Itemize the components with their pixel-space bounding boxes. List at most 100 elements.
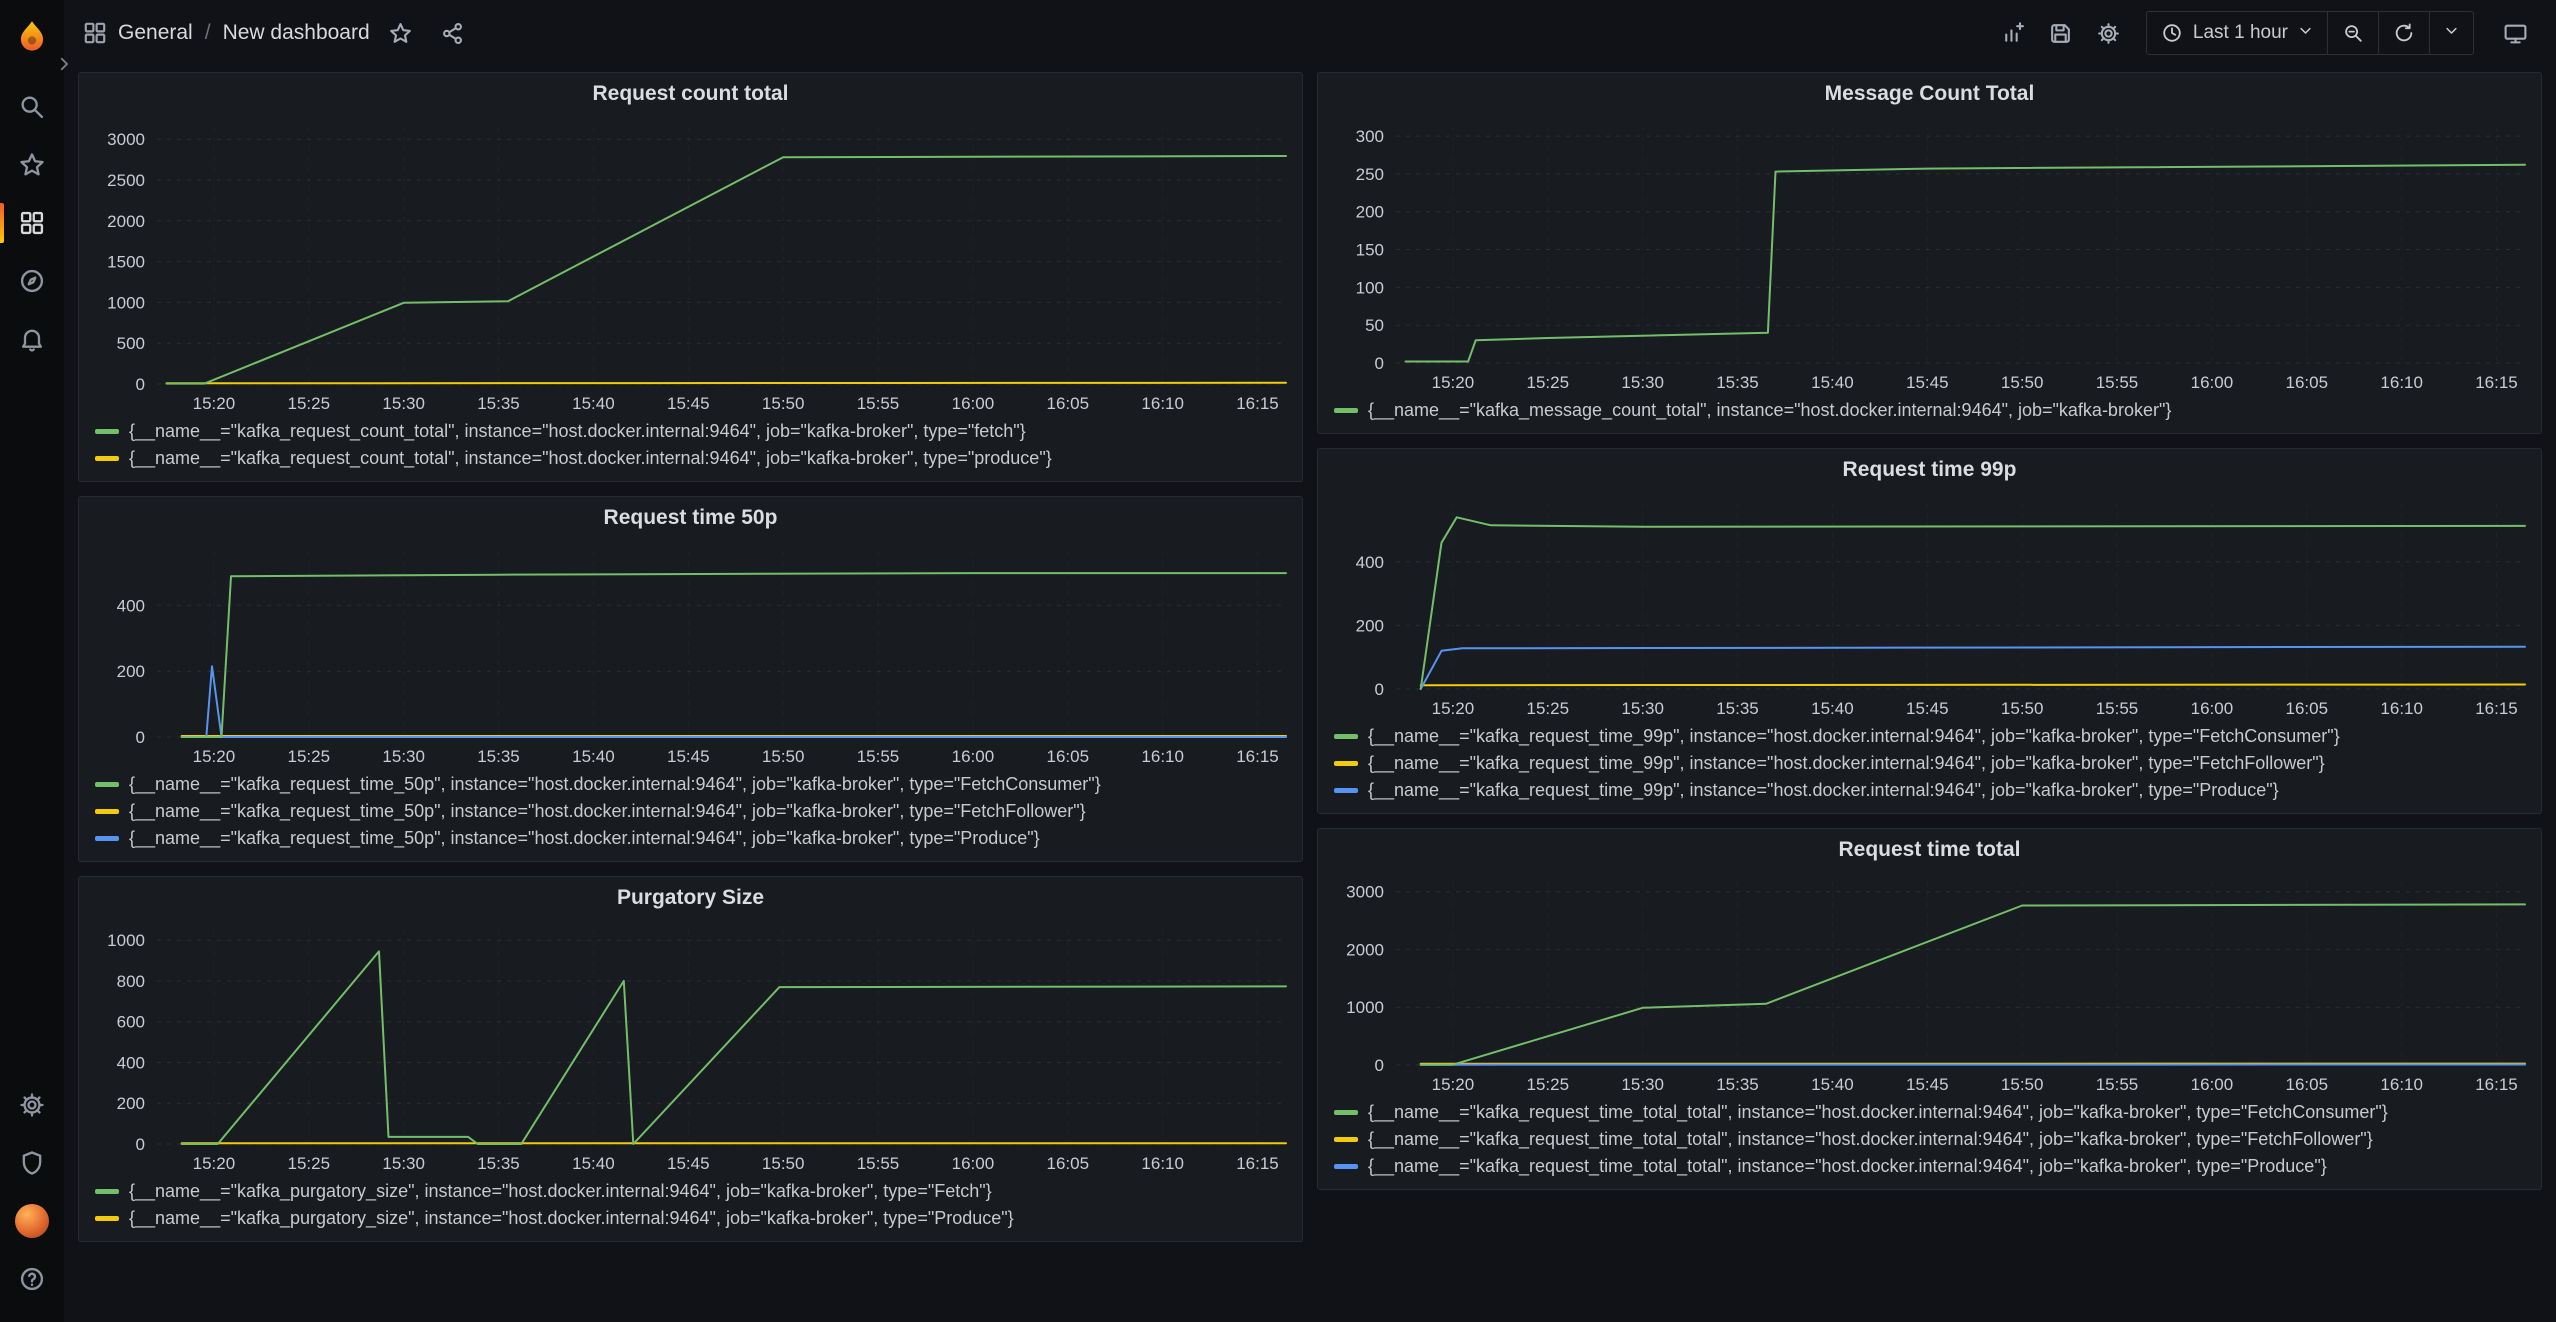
- panel-title[interactable]: Request time total: [1318, 829, 2541, 871]
- sidebar-item-server-admin[interactable]: [0, 1134, 64, 1192]
- x-axis-tick-label: 15:45: [1906, 1075, 1949, 1094]
- legend-swatch: [95, 809, 119, 814]
- x-axis-tick-label: 16:00: [952, 747, 995, 766]
- legend-item[interactable]: {__name__="kafka_request_time_total_tota…: [1334, 1155, 2525, 1177]
- panel-legend: {__name__="kafka_message_count_total", i…: [1318, 397, 2541, 433]
- legend-item[interactable]: {__name__="kafka_request_count_total", i…: [95, 447, 1286, 469]
- apps-grid-icon: [82, 20, 108, 46]
- sidebar-item-profile[interactable]: [0, 1192, 64, 1250]
- legend-item[interactable]: {__name__="kafka_request_time_50p", inst…: [95, 827, 1286, 849]
- x-axis-tick-label: 15:20: [1432, 1075, 1475, 1094]
- legend-label: {__name__="kafka_request_time_50p", inst…: [129, 773, 1101, 795]
- refresh-interval-dropdown[interactable]: [2429, 12, 2473, 54]
- shield-icon: [18, 1149, 46, 1177]
- panel-title[interactable]: Request count total: [79, 73, 1302, 115]
- legend-item[interactable]: {__name__="kafka_request_time_total_tota…: [1334, 1128, 2525, 1150]
- x-axis-tick-label: 15:20: [193, 394, 236, 413]
- x-axis-tick-label: 15:25: [1527, 699, 1570, 718]
- x-axis-tick-label: 15:45: [667, 1154, 710, 1173]
- kiosk-mode-button[interactable]: [2494, 13, 2536, 53]
- x-axis-tick-label: 16:15: [2475, 699, 2518, 718]
- legend-item[interactable]: {__name__="kafka_message_count_total", i…: [1334, 399, 2525, 421]
- series-line-messages: [1406, 165, 2526, 362]
- dashboard-settings-button[interactable]: [2088, 13, 2130, 53]
- series-line-fetch: [167, 156, 1287, 384]
- x-axis-tick-label: 15:40: [572, 394, 615, 413]
- breadcrumb-page[interactable]: New dashboard: [223, 21, 370, 45]
- legend-item[interactable]: {__name__="kafka_request_time_50p", inst…: [95, 773, 1286, 795]
- main-area: General / New dashboard: [64, 0, 2556, 1322]
- share-icon: [440, 21, 465, 46]
- panel-title[interactable]: Request time 50p: [79, 497, 1302, 539]
- x-axis-tick-label: 15:40: [1811, 373, 1854, 392]
- legend-label: {__name__="kafka_request_time_total_tota…: [1368, 1128, 2373, 1150]
- y-axis-tick-label: 150: [1356, 241, 1384, 260]
- sidebar-item-help[interactable]: [0, 1250, 64, 1308]
- x-axis-tick-label: 15:55: [2096, 699, 2139, 718]
- sidebar-item-search[interactable]: [0, 78, 64, 136]
- y-axis-tick-label: 600: [117, 1013, 145, 1032]
- series-line-FetchFollower: [1421, 685, 2525, 686]
- breadcrumb-section[interactable]: General: [118, 21, 193, 45]
- add-panel-button[interactable]: [1992, 13, 2034, 53]
- y-axis-tick-label: 200: [1356, 203, 1384, 222]
- panel-purgatory-size: Purgatory Size 15:2015:2515:3015:3515:40…: [78, 876, 1303, 1242]
- x-axis-tick-label: 16:05: [1047, 394, 1090, 413]
- y-axis-tick-label: 2000: [107, 212, 145, 231]
- compass-icon: [18, 267, 46, 295]
- y-axis-tick-label: 2000: [1346, 940, 1384, 959]
- x-axis-tick-label: 15:40: [1811, 1075, 1854, 1094]
- sidebar-item-starred[interactable]: [0, 136, 64, 194]
- x-axis-tick-label: 15:25: [1527, 373, 1570, 392]
- x-axis-tick-label: 15:35: [477, 394, 520, 413]
- x-axis-tick-label: 15:40: [572, 747, 615, 766]
- panel-title[interactable]: Purgatory Size: [79, 877, 1302, 919]
- save-dashboard-button[interactable]: [2040, 13, 2082, 53]
- favorite-dashboard-button[interactable]: [380, 13, 422, 53]
- zoom-out-button[interactable]: [2327, 12, 2378, 54]
- x-axis-tick-label: 16:00: [2191, 699, 2234, 718]
- sidebar-item-configuration[interactable]: [0, 1076, 64, 1134]
- legend-swatch: [1334, 788, 1358, 793]
- legend-item[interactable]: {__name__="kafka_request_count_total", i…: [95, 420, 1286, 442]
- breadcrumb-separator: /: [205, 21, 211, 45]
- sidebar-item-alerting[interactable]: [0, 310, 64, 368]
- x-axis-tick-label: 15:45: [1906, 699, 1949, 718]
- legend-item[interactable]: {__name__="kafka_request_time_99p", inst…: [1334, 725, 2525, 747]
- clock-icon: [2161, 22, 2183, 44]
- legend-swatch: [1334, 734, 1358, 739]
- legend-item[interactable]: {__name__="kafka_purgatory_size", instan…: [95, 1180, 1286, 1202]
- x-axis-tick-label: 15:50: [762, 747, 805, 766]
- time-series-chart: 15:2015:2515:3015:3515:4015:4515:5015:55…: [79, 115, 1302, 418]
- time-controls-group: Last 1 hour: [2146, 11, 2474, 55]
- y-axis-tick-label: 0: [1375, 680, 1384, 699]
- panel-title[interactable]: Request time 99p: [1318, 449, 2541, 491]
- sidebar-item-explore[interactable]: [0, 252, 64, 310]
- legend-item[interactable]: {__name__="kafka_request_time_50p", inst…: [95, 800, 1286, 822]
- share-dashboard-button[interactable]: [432, 13, 474, 53]
- panel-legend: {__name__="kafka_purgatory_size", instan…: [79, 1178, 1302, 1241]
- y-axis-tick-label: 100: [1356, 278, 1384, 297]
- legend-item[interactable]: {__name__="kafka_request_time_99p", inst…: [1334, 752, 2525, 774]
- legend-item[interactable]: {__name__="kafka_request_time_total_tota…: [1334, 1101, 2525, 1123]
- x-axis-tick-label: 15:35: [1716, 373, 1759, 392]
- legend-label: {__name__="kafka_request_time_total_tota…: [1368, 1101, 2388, 1123]
- legend-label: {__name__="kafka_request_time_99p", inst…: [1368, 725, 2340, 747]
- legend-item[interactable]: {__name__="kafka_purgatory_size", instan…: [95, 1207, 1286, 1229]
- legend-item[interactable]: {__name__="kafka_request_time_99p", inst…: [1334, 779, 2525, 801]
- time-series-chart: 15:2015:2515:3015:3515:4015:4515:5015:55…: [1318, 115, 2541, 397]
- y-axis-tick-label: 0: [136, 375, 145, 394]
- time-range-picker[interactable]: Last 1 hour: [2147, 12, 2327, 54]
- x-axis-tick-label: 15:25: [288, 1154, 331, 1173]
- x-axis-tick-label: 15:50: [2001, 699, 2044, 718]
- refresh-button[interactable]: [2378, 12, 2429, 54]
- legend-label: {__name__="kafka_request_time_total_tota…: [1368, 1155, 2327, 1177]
- y-axis-tick-label: 0: [136, 1135, 145, 1154]
- sidebar-expand-button[interactable]: [52, 52, 76, 76]
- panel-title[interactable]: Message Count Total: [1318, 73, 2541, 115]
- x-axis-tick-label: 16:00: [952, 1154, 995, 1173]
- panel-legend: {__name__="kafka_request_count_total", i…: [79, 418, 1302, 481]
- legend-label: {__name__="kafka_purgatory_size", instan…: [129, 1180, 992, 1202]
- sidebar-item-dashboards[interactable]: [0, 194, 64, 252]
- gear-icon: [18, 1091, 46, 1119]
